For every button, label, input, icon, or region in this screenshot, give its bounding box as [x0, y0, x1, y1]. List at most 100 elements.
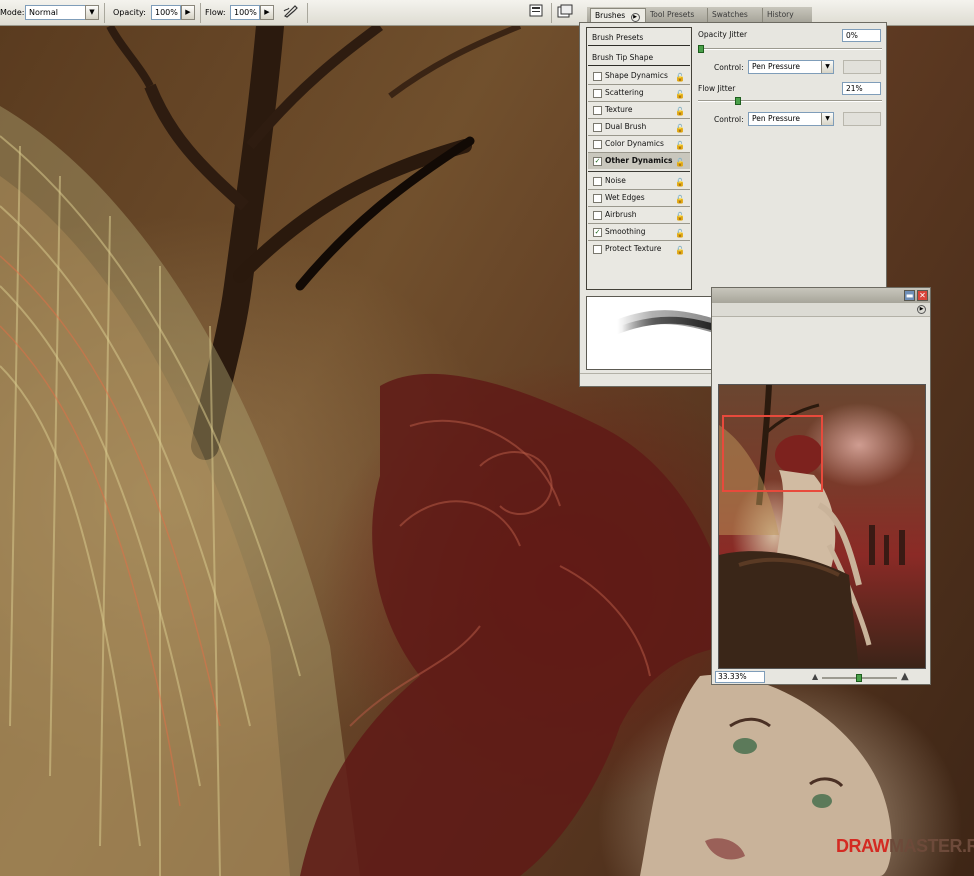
palette-menu-icon[interactable]: ▶ [917, 305, 926, 314]
file-browser-icon [557, 4, 573, 18]
option-label: Other Dynamics [605, 156, 673, 165]
zoom-out-icon[interactable]: ▲ [812, 672, 818, 681]
zoom-input[interactable]: 33.33% [715, 671, 765, 683]
checkbox[interactable] [593, 211, 602, 220]
mode-select[interactable]: Normal ▼ [25, 5, 99, 20]
checkbox[interactable] [593, 123, 602, 132]
file-browser-button[interactable] [556, 4, 574, 21]
option-scattering[interactable]: Scattering 🔓 [588, 85, 690, 101]
option-color-dynamics[interactable]: Color Dynamics 🔓 [588, 136, 690, 152]
zoom-in-icon[interactable]: ▲ [901, 671, 909, 682]
option-label: Scattering [605, 88, 644, 97]
slider-thumb[interactable] [856, 674, 862, 682]
opacity-control-fade-input [843, 60, 881, 74]
navigator-title-bar[interactable]: ▬ ✕ [712, 288, 930, 303]
opacity-label: Opacity: [113, 8, 146, 17]
flow-jitter-label: Flow Jitter [698, 84, 736, 93]
mode-value: Normal [29, 8, 58, 17]
flow-jitter-input[interactable]: 21% [842, 82, 881, 95]
checkbox-checked[interactable]: ✓ [593, 228, 602, 237]
palette-menu-icon[interactable]: ▶ [630, 13, 640, 22]
option-smoothing[interactable]: ✓ Smoothing 🔓 [588, 224, 690, 240]
separator [551, 3, 552, 23]
tab-brushes-label: Brushes [595, 11, 626, 20]
opacity-jitter-slider[interactable] [698, 45, 882, 53]
watermark-part1: DRAW [836, 836, 890, 856]
palette-tab-strip: Brushes ▶ Tool Presets Swatches History [587, 7, 812, 22]
navigator-palette: ▬ ✕ ▶ 33.33% ▲ ▲ [711, 287, 931, 685]
option-texture[interactable]: Texture 🔓 [588, 102, 690, 118]
separator [200, 3, 201, 23]
view-proxy-rectangle[interactable] [722, 415, 823, 492]
flow-control-select[interactable]: Pen Pressure ▼ [748, 112, 834, 126]
chevron-down-icon: ▼ [821, 61, 833, 73]
checkbox[interactable] [593, 245, 602, 254]
select-value: Pen Pressure [752, 114, 801, 123]
navigator-tab-row: ▶ [712, 303, 930, 317]
palette-well-icon [529, 4, 543, 17]
opacity-input[interactable]: 100% [151, 5, 181, 20]
select-value: Pen Pressure [752, 62, 801, 71]
checkbox[interactable] [593, 72, 602, 81]
opacity-control-label: Control: [714, 63, 744, 72]
separator [307, 3, 308, 23]
checkbox[interactable] [593, 177, 602, 186]
option-dual-brush[interactable]: Dual Brush 🔓 [588, 119, 690, 135]
navigator-zoom-bar: 33.33% ▲ ▲ [712, 670, 930, 685]
tab-brushes[interactable]: Brushes ▶ [590, 8, 646, 22]
opacity-jitter-input[interactable]: 0% [842, 29, 881, 42]
brush-tip-shape-item[interactable]: Brush Tip Shape [588, 50, 690, 66]
checkbox[interactable] [593, 89, 602, 98]
option-label: Dual Brush [605, 122, 647, 131]
minimize-icon[interactable]: ▬ [904, 290, 915, 301]
chevron-down-icon: ▼ [85, 5, 99, 20]
airbrush-icon [283, 5, 298, 18]
option-label: Protect Texture [605, 244, 662, 253]
lock-icon: 🔓 [675, 246, 685, 255]
flow-input[interactable]: 100% [230, 5, 260, 20]
option-label: Noise [605, 176, 626, 185]
checkbox[interactable] [593, 140, 602, 149]
option-other-dynamics[interactable]: ✓ Other Dynamics 🔓 [588, 153, 690, 169]
option-label: Shape Dynamics [605, 71, 668, 80]
flow-control-label: Control: [714, 115, 744, 124]
divider [588, 171, 690, 172]
option-protect-texture[interactable]: Protect Texture 🔓 [588, 241, 690, 257]
slider-thumb[interactable] [735, 97, 741, 105]
watermark-part2: MASTER.RU [889, 836, 974, 856]
navigator-thumbnail[interactable] [718, 384, 926, 669]
option-shape-dynamics[interactable]: Shape Dynamics 🔓 [588, 68, 690, 84]
separator [104, 3, 105, 23]
tab-swatches[interactable]: Swatches [708, 8, 763, 22]
brush-presets-item[interactable]: Brush Presets [588, 30, 690, 46]
flow-label: Flow: [205, 8, 226, 17]
watermark-logo: DRAWMASTER.RU [836, 836, 974, 857]
toggle-palettes-button[interactable] [527, 4, 545, 21]
mode-label: Mode: [0, 8, 25, 17]
checkbox[interactable] [593, 194, 602, 203]
tab-tool-presets[interactable]: Tool Presets [646, 8, 708, 22]
flow-slider-button[interactable]: ▶ [260, 5, 274, 20]
slider-thumb[interactable] [698, 45, 704, 53]
tab-history[interactable]: History [763, 8, 812, 22]
opacity-jitter-label: Opacity Jitter [698, 30, 748, 39]
chevron-down-icon: ▼ [821, 113, 833, 125]
opacity-slider-button[interactable]: ▶ [181, 5, 195, 20]
close-icon[interactable]: ✕ [917, 290, 928, 301]
opacity-control-select[interactable]: Pen Pressure ▼ [748, 60, 834, 74]
option-airbrush[interactable]: Airbrush 🔓 [588, 207, 690, 223]
flow-jitter-slider[interactable] [698, 97, 882, 105]
option-label: Texture [605, 105, 633, 114]
option-label: Smoothing [605, 227, 646, 236]
option-label: Wet Edges [605, 193, 645, 202]
checkbox[interactable] [593, 106, 602, 115]
option-label: Airbrush [605, 210, 637, 219]
option-noise[interactable]: Noise 🔓 [588, 173, 690, 189]
option-label: Color Dynamics [605, 139, 664, 148]
brush-settings-list: Brush Presets Brush Tip Shape Shape Dyna… [586, 27, 692, 290]
checkbox-checked[interactable]: ✓ [593, 157, 602, 166]
zoom-slider[interactable] [822, 674, 897, 682]
option-wet-edges[interactable]: Wet Edges 🔓 [588, 190, 690, 206]
airbrush-toggle-button[interactable] [282, 4, 300, 21]
lock-icon: 🔓 [675, 158, 685, 167]
